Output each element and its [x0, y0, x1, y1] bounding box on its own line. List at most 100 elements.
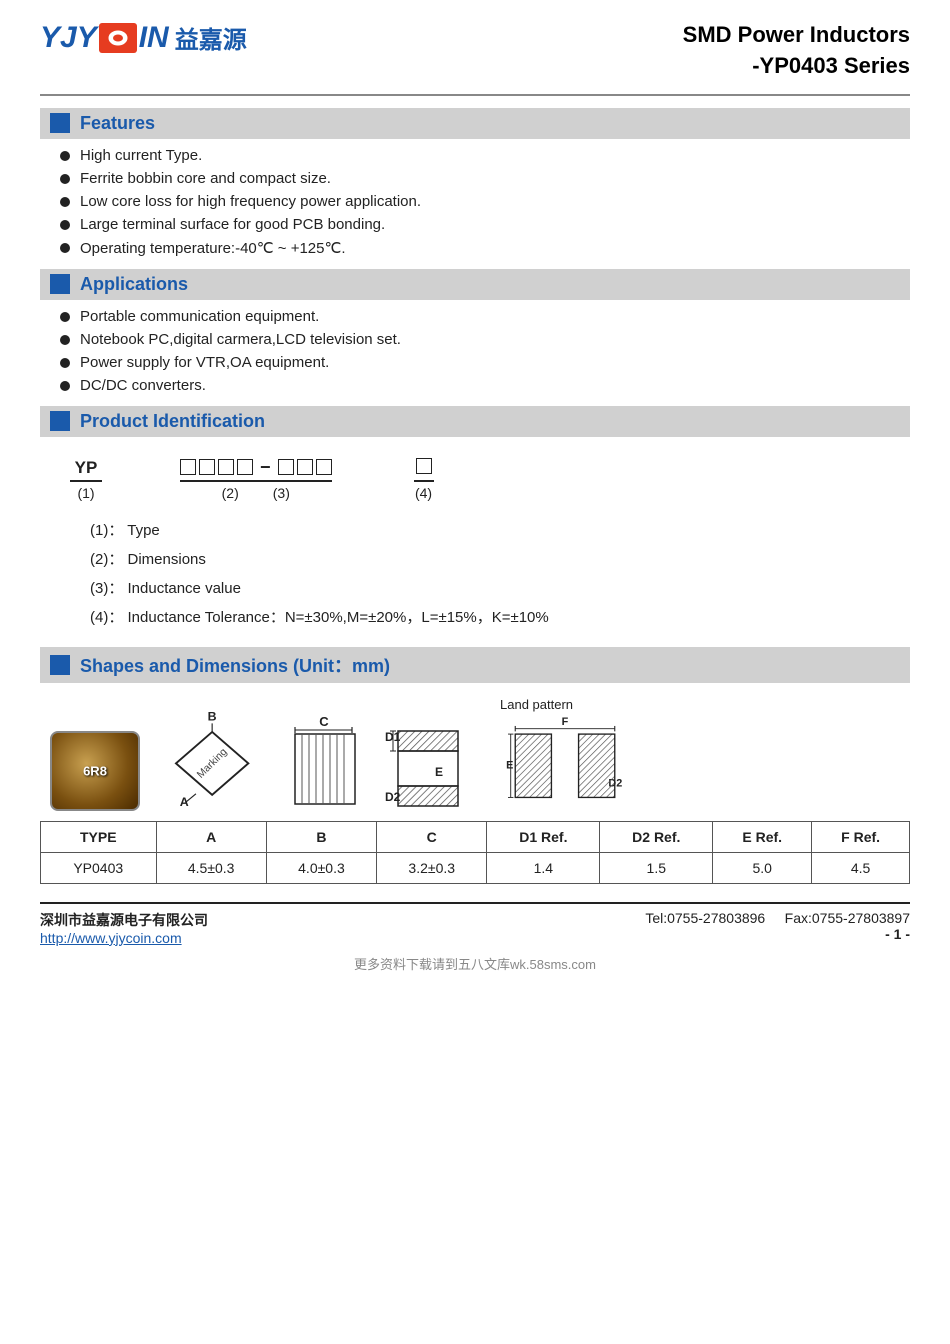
footer-page: - 1 -	[645, 926, 910, 942]
pid-legend-num: (3)：	[90, 580, 123, 597]
cell-b: 4.0±0.3	[266, 852, 376, 883]
pid-legend-desc: Dimensions	[128, 551, 206, 568]
cell-type: YP0403	[41, 852, 157, 883]
shapes-square-icon	[50, 655, 70, 675]
cell-d2: 1.5	[600, 852, 713, 883]
applications-section-header: Applications	[40, 269, 910, 300]
svg-text:E: E	[506, 759, 513, 771]
product-series: -YP0403 Series	[752, 53, 910, 78]
bullet-icon	[60, 312, 70, 322]
footer-tel: Tel:0755-27803896	[645, 910, 765, 926]
table-header-c: C	[377, 821, 487, 852]
shapes-title: Shapes and Dimensions (Unit：mm)	[80, 652, 390, 678]
application-text: Notebook PC,digital carmera,LCD televisi…	[80, 331, 401, 348]
pid-legend-desc: Type	[127, 522, 160, 539]
side-view-diagram: D1 E D2	[380, 716, 480, 811]
cell-f: 4.5	[812, 852, 910, 883]
applications-title: Applications	[80, 274, 188, 295]
footer-contact: Tel:0755-27803896 Fax:0755-27803897	[645, 910, 910, 926]
pid-dash: −	[260, 457, 271, 478]
pid-legend-item-4: (4)： Inductance Tolerance：N=±30%,M=±20%，…	[90, 606, 880, 627]
svg-text:Marking: Marking	[195, 746, 229, 780]
application-item-2: Notebook PC,digital carmera,LCD televisi…	[60, 331, 910, 348]
bullet-icon	[60, 197, 70, 207]
cell-a: 4.5±0.3	[156, 852, 266, 883]
applications-list: Portable communication equipment. Notebo…	[60, 308, 910, 394]
table-row: YP0403 4.5±0.3 4.0±0.3 3.2±0.3 1.4 1.5 5…	[41, 852, 910, 883]
feature-text: Operating temperature:-40℃ ~ +125℃.	[80, 239, 346, 257]
application-item-1: Portable communication equipment.	[60, 308, 910, 325]
product-id-section-header: Product Identification	[40, 406, 910, 437]
coil-diagram: C	[290, 716, 360, 811]
pid-legend-item-2: (2)： Dimensions	[90, 548, 880, 569]
feature-text: High current Type.	[80, 147, 202, 164]
land-pattern-area: Land pattern F E D2	[500, 697, 630, 811]
cell-e: 5.0	[713, 852, 812, 883]
pid-legend-num: (1)：	[90, 522, 123, 539]
pid-legend-desc: Inductance Tolerance：N=±30%,M=±20%，L=±15…	[128, 609, 549, 626]
pid-num-4: (4)	[415, 485, 432, 501]
logo: YJY IN 益嘉源	[40, 20, 247, 55]
pid-box	[218, 459, 234, 475]
pid-legend-num: (4)：	[90, 609, 123, 626]
inductor-photo	[50, 731, 140, 811]
features-title: Features	[80, 113, 155, 134]
application-text: DC/DC converters.	[80, 377, 206, 394]
svg-text:C: C	[319, 716, 329, 729]
pid-box	[278, 459, 294, 475]
feature-text: Ferrite bobbin core and compact size.	[80, 170, 331, 187]
feature-text: Low core loss for high frequency power a…	[80, 193, 421, 210]
pid-box	[180, 459, 196, 475]
features-section-header: Features	[40, 108, 910, 139]
table-header-e: E Ref.	[713, 821, 812, 852]
features-list: High current Type. Ferrite bobbin core a…	[60, 147, 910, 257]
table-header-d1: D1 Ref.	[487, 821, 600, 852]
page-wrapper: YJY IN 益嘉源 SMD Power Inductors -YP0403 S…	[0, 0, 950, 1344]
shapes-section: B Marking A C	[40, 697, 910, 884]
pid-legend-desc: Inductance value	[128, 580, 241, 597]
logo-letters-2: IN	[139, 21, 169, 55]
cell-c: 3.2±0.3	[377, 852, 487, 883]
bullet-icon	[60, 335, 70, 345]
logo-icon-svg	[106, 28, 130, 48]
pid-legend: (1)： Type (2)： Dimensions (3)： Inductanc…	[90, 519, 880, 627]
bullet-icon	[60, 243, 70, 253]
pid-yp-label: YP	[75, 458, 98, 477]
application-text: Power supply for VTR,OA equipment.	[80, 354, 329, 371]
land-pattern-label: Land pattern	[500, 697, 573, 712]
pid-legend-num: (2)：	[90, 551, 123, 568]
svg-text:D2: D2	[385, 790, 401, 804]
product-id-square-icon	[50, 411, 70, 431]
feature-text: Large terminal surface for good PCB bond…	[80, 216, 385, 233]
feature-item-3: Low core loss for high frequency power a…	[60, 193, 910, 210]
product-line: SMD Power Inductors	[683, 22, 910, 47]
table-header-f: F Ref.	[812, 821, 910, 852]
svg-text:A: A	[180, 795, 189, 809]
product-id-title: Product Identification	[80, 411, 265, 432]
bullet-icon	[60, 220, 70, 230]
shapes-diagrams-row: B Marking A C	[50, 697, 910, 811]
land-pattern-svg: F E D2	[500, 716, 630, 811]
applications-square-icon	[50, 274, 70, 294]
feature-item-4: Large terminal surface for good PCB bond…	[60, 216, 910, 233]
shapes-section-header: Shapes and Dimensions (Unit：mm)	[40, 647, 910, 683]
bullet-icon	[60, 151, 70, 161]
header-title-area: SMD Power Inductors -YP0403 Series	[683, 20, 910, 82]
cell-d1: 1.4	[487, 852, 600, 883]
pid-box	[297, 459, 313, 475]
pid-box	[237, 459, 253, 475]
footer-fax: Fax:0755-27803897	[785, 910, 910, 926]
footer-left: 深圳市益嘉源电子有限公司 http://www.yjycoin.com	[40, 910, 208, 946]
logo-letters-1: YJY	[40, 21, 97, 55]
bullet-icon	[60, 174, 70, 184]
table-header-b: B	[266, 821, 376, 852]
pid-legend-item-3: (3)： Inductance value	[90, 577, 880, 598]
svg-text:B: B	[208, 711, 217, 724]
bullet-icon	[60, 381, 70, 391]
company-website[interactable]: http://www.yjycoin.com	[40, 930, 182, 946]
svg-text:E: E	[435, 765, 443, 779]
diamond-svg: B Marking A	[160, 711, 270, 811]
watermark: 更多资料下载请到五八文库wk.58sms.com	[40, 954, 910, 973]
coil-svg: C	[290, 716, 360, 816]
dimensions-table: TYPE A B C D1 Ref. D2 Ref. E Ref. F Ref.…	[40, 821, 910, 884]
